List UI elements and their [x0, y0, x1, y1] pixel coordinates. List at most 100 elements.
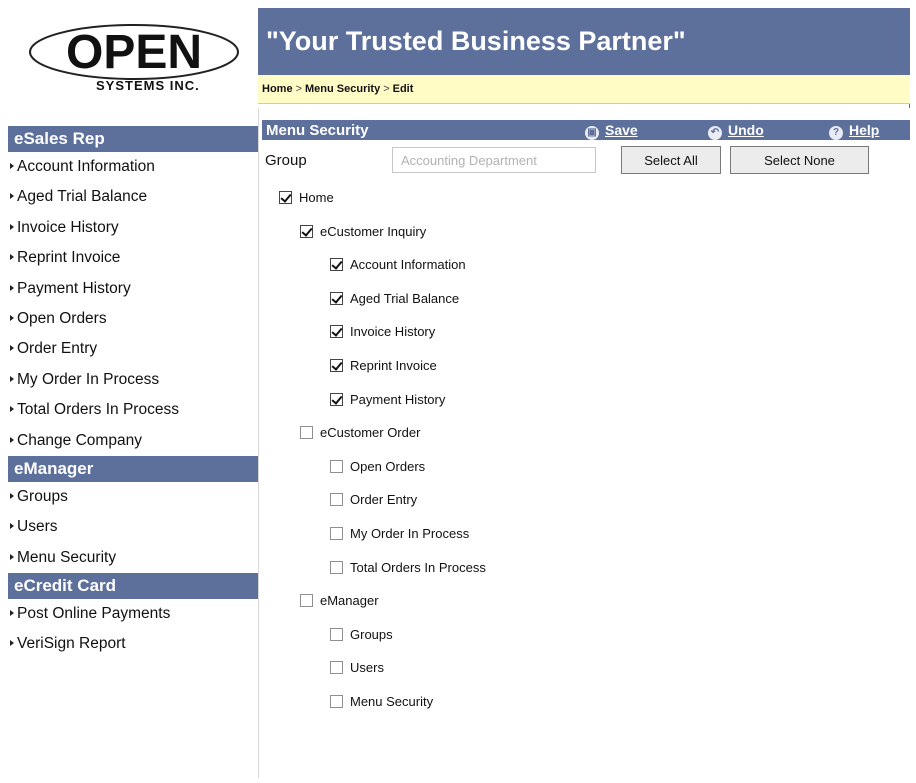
sidebar-item-label: Payment History [17, 279, 131, 297]
bullet-arrow-icon [10, 553, 14, 560]
bullet-arrow-icon [10, 193, 14, 200]
sidebar-item[interactable]: Aged Trial Balance [8, 182, 258, 212]
undo-label: Undo [728, 122, 764, 138]
menu-tree-item: Aged Trial Balance [330, 291, 459, 311]
sidebar-item-label: Aged Trial Balance [17, 188, 148, 206]
permission-checkbox[interactable] [330, 291, 343, 305]
select-none-button[interactable]: Select None [730, 146, 869, 174]
menu-tree-item: eCustomer Inquiry [300, 224, 426, 244]
sidebar-item[interactable]: Change Company [8, 426, 258, 456]
permission-checkbox[interactable] [330, 392, 343, 406]
panel-header: Menu Security ▣ Save ↶ Undo ? Help [262, 120, 910, 140]
select-all-button[interactable]: Select All [621, 146, 721, 174]
logo-subtitle: SYSTEMS INC. [96, 78, 200, 93]
sidebar-item-label: Account Information [17, 158, 155, 175]
sidebar-item[interactable]: Invoice History [8, 213, 258, 243]
menu-tree-label: Menu Security [350, 694, 434, 709]
permission-checkbox[interactable] [330, 493, 343, 507]
site-tagline: "Your Trusted Business Partner" [266, 26, 686, 56]
permission-checkbox[interactable] [330, 459, 343, 473]
menu-tree-label: Reprint Invoice [350, 358, 437, 373]
sidebar-item-label: Menu Security [17, 548, 117, 566]
breadcrumb: Home > Menu Security > Edit [258, 75, 910, 104]
menu-tree-item: eManager [300, 593, 379, 613]
sidebar-item-label: Change Company [17, 431, 142, 449]
menu-tree-label: eCustomer Inquiry [320, 223, 427, 239]
sidebar-item[interactable]: Reprint Invoice [8, 243, 258, 273]
group-label: Group [265, 152, 307, 169]
permission-checkbox[interactable] [330, 258, 343, 272]
sidebar-item[interactable]: Open Orders [8, 304, 258, 334]
sidebar-item-label: Order Entry [17, 340, 98, 358]
breadcrumb-menu-security[interactable]: Menu Security [305, 83, 380, 95]
breadcrumb-separator: > [383, 83, 390, 95]
permission-checkbox[interactable] [300, 426, 313, 440]
breadcrumb-edit: Edit [392, 83, 414, 95]
sidebar-item-label: Post Online Payments [17, 605, 171, 623]
bullet-arrow-icon [10, 640, 14, 647]
permission-checkbox[interactable] [330, 627, 343, 641]
menu-tree-label: Order Entry [350, 492, 418, 508]
group-field[interactable]: Accounting Department [392, 147, 596, 173]
permission-checkbox[interactable] [300, 594, 313, 608]
breadcrumb-home[interactable]: Home [262, 83, 293, 95]
menu-tree-item: Account Information [330, 257, 466, 277]
sidebar-item[interactable]: Payment History [8, 274, 258, 304]
permission-checkbox[interactable] [330, 661, 343, 675]
menu-tree-item: Invoice History [330, 324, 435, 344]
sidebar-item-label: My Order In Process [17, 370, 160, 388]
sidebar-item[interactable]: Post Online Payments [8, 599, 258, 629]
site-header: "Your Trusted Business Partner" [258, 8, 910, 75]
permission-checkbox[interactable] [330, 527, 343, 540]
bullet-arrow-icon [10, 223, 14, 230]
bullet-arrow-icon [10, 436, 14, 443]
permission-checkbox[interactable] [330, 325, 343, 339]
permission-checkbox[interactable] [279, 191, 292, 204]
sidebar-item-label: Total Orders In Process [17, 401, 179, 419]
permission-checkbox[interactable] [330, 359, 343, 372]
menu-tree-label: eManager [320, 593, 379, 609]
permission-checkbox[interactable] [300, 224, 313, 238]
sidebar: eSales Rep Account Information Aged Trial … [8, 108, 258, 666]
sidebar-item-label: Open Orders [17, 309, 107, 327]
bullet-arrow-icon [10, 375, 14, 382]
menu-tree-item: Reprint Invoice [330, 358, 437, 378]
menu-tree-label: Home [299, 190, 334, 205]
sidebar-item[interactable]: Menu Security [8, 543, 258, 573]
sidebar-item-label: Invoice History [17, 218, 119, 236]
sidebar-item[interactable]: VeriSign Report [8, 629, 258, 659]
sidebar-item[interactable]: Order Entry [8, 334, 258, 364]
undo-button[interactable]: ↶ Undo [708, 122, 764, 140]
help-button[interactable]: ? Help [829, 122, 879, 140]
menu-tree-label: My Order In Process [350, 526, 470, 541]
menu-tree-label: eCustomer Order [320, 425, 421, 441]
sidebar-item[interactable]: Total Orders In Process [8, 395, 258, 425]
save-button[interactable]: ▣ Save [585, 122, 638, 140]
permission-checkbox[interactable] [330, 560, 343, 574]
save-icon: ▣ [585, 126, 599, 140]
menu-tree-label: Account Information [350, 257, 466, 273]
sidebar-item[interactable]: Users [8, 512, 258, 542]
sidebar-item-label: VeriSign Report [17, 635, 126, 653]
sidebar-item-label: Users [17, 518, 58, 536]
bullet-arrow-icon [10, 523, 14, 530]
sidebar-item-label: Groups [17, 487, 68, 505]
logo-wordmark: OPEN [66, 26, 202, 79]
sidebar-item[interactable]: My Order In Process [8, 365, 258, 395]
sidebar-section-header: eSales Rep [8, 126, 258, 152]
sidebar-item[interactable]: Account Information [8, 152, 258, 182]
main-content: Menu Security ▣ Save ↶ Undo ? Help Group Ac… [259, 108, 910, 778]
bullet-arrow-icon [10, 254, 14, 261]
permission-checkbox[interactable] [330, 695, 343, 708]
menu-tree-label: Users [350, 660, 384, 676]
menu-tree-label: Open Orders [350, 458, 426, 474]
bullet-arrow-icon [10, 284, 14, 291]
menu-tree-item: Open Orders [330, 459, 425, 479]
menu-tree-item: Order Entry [330, 492, 417, 512]
menu-tree-item: Payment History [330, 392, 445, 412]
sidebar-item[interactable]: Groups [8, 482, 258, 512]
undo-icon: ↶ [708, 126, 722, 140]
bullet-arrow-icon [10, 314, 14, 321]
menu-tree-item: Groups [330, 627, 393, 647]
menu-tree-label: Payment History [350, 391, 446, 407]
